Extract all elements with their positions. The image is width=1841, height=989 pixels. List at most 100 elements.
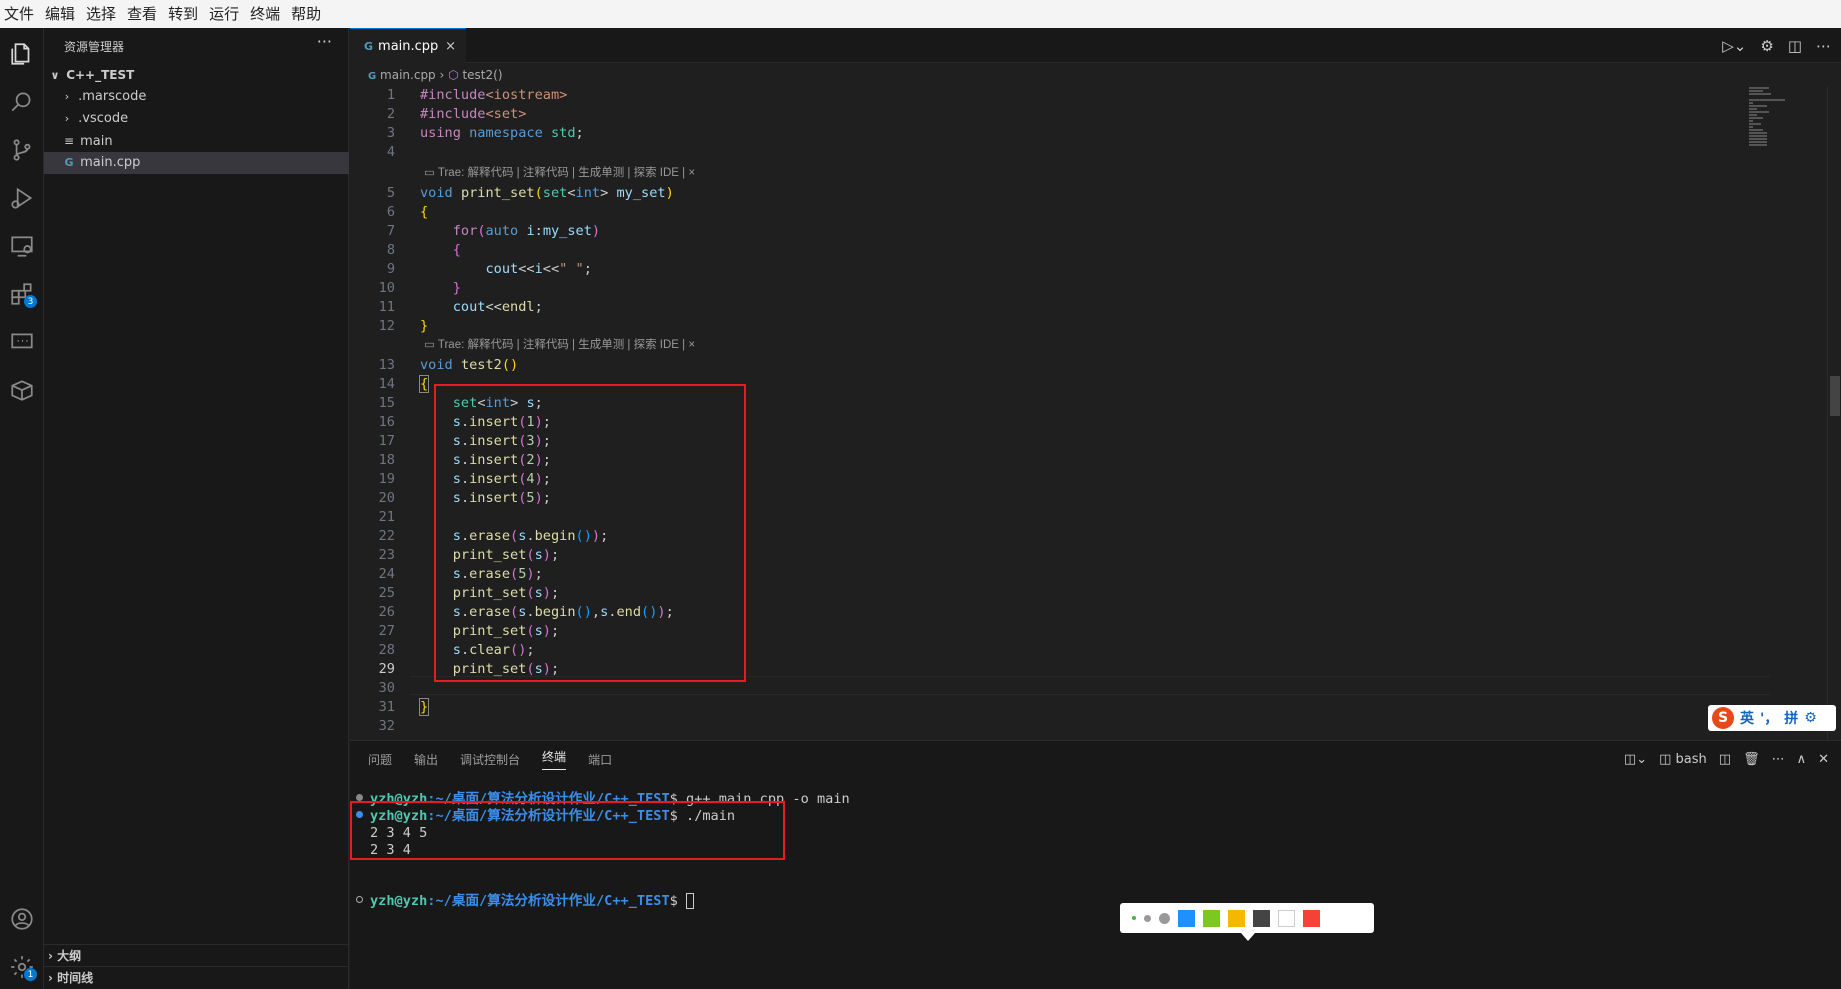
outline-section[interactable]: › 大纲 xyxy=(44,944,349,966)
editor-scrollbar[interactable] xyxy=(1827,86,1841,740)
code-line: cout<<i<<" "; xyxy=(485,261,592,277)
explorer-icon[interactable] xyxy=(0,32,44,76)
tab-problems[interactable]: 问题 xyxy=(368,751,392,768)
pen-size-medium[interactable] xyxy=(1144,914,1151,922)
code-line: for(auto i:my_set) xyxy=(452,223,601,239)
scrollbar-thumb[interactable] xyxy=(1830,376,1840,416)
codelens[interactable]: ▭ Trae: 解释代码 | 注释代码 | 生成单测 | 探索 IDE | × xyxy=(424,336,695,355)
color-swatch[interactable] xyxy=(1178,909,1195,927)
more-actions-icon[interactable]: ··· xyxy=(317,32,332,51)
menu-help[interactable]: 帮助 xyxy=(287,0,328,28)
chevron-right-icon: › xyxy=(64,112,70,125)
minimap[interactable] xyxy=(1749,86,1809,186)
code-line: using namespace std; xyxy=(420,125,584,141)
chat-icon[interactable] xyxy=(0,320,44,364)
tab-main-cpp[interactable]: G main.cpp × xyxy=(350,28,466,64)
extensions-icon[interactable]: 3 xyxy=(0,272,44,316)
menu-file[interactable]: 文件 xyxy=(0,0,41,28)
ime-mode[interactable]: 拼 xyxy=(1784,708,1798,728)
terminal-icon: ◫ xyxy=(1659,751,1672,767)
remote-explorer-icon[interactable] xyxy=(0,224,44,268)
color-swatch[interactable] xyxy=(1203,909,1220,927)
tree-item-main[interactable]: ≡ main xyxy=(44,130,349,152)
color-swatch[interactable] xyxy=(1228,909,1245,927)
chevron-right-icon: › xyxy=(48,949,53,963)
cpp-file-icon: G xyxy=(364,40,374,53)
run-icon[interactable]: ▷⌄ xyxy=(1722,37,1746,55)
breadcrumb-file[interactable]: main.cpp xyxy=(380,68,436,82)
account-icon[interactable] xyxy=(0,897,44,941)
terminal-command-dot xyxy=(356,896,363,903)
trash-icon[interactable]: 🗑 xyxy=(1743,752,1760,767)
terminal-cursor xyxy=(686,893,695,909)
ime-punct[interactable]: '， xyxy=(1760,708,1778,728)
code-line: void print_set(set<int> my_set) xyxy=(420,185,674,201)
code-line: #include<set> xyxy=(420,106,527,122)
package-icon[interactable] xyxy=(0,368,44,412)
gear-icon[interactable]: ⚙ xyxy=(1760,37,1773,55)
tab-output[interactable]: 输出 xyxy=(414,751,438,768)
current-line-number: 29 xyxy=(378,661,395,677)
chat-icon: ▭ xyxy=(424,339,435,351)
tree-item-main-cpp[interactable]: G main.cpp xyxy=(44,152,349,174)
menu-go[interactable]: 转到 xyxy=(164,0,205,28)
terminal-scrollbar[interactable] xyxy=(1827,781,1841,981)
split-editor-icon[interactable]: ◫ xyxy=(1788,37,1802,55)
timeline-section[interactable]: › 时间线 xyxy=(44,966,349,988)
tab-terminal[interactable]: 终端 xyxy=(542,748,567,770)
menu-selection[interactable]: 选择 xyxy=(82,0,123,28)
gear-icon[interactable]: ⚙ xyxy=(1804,710,1817,726)
menu-bar: 文件 编辑 选择 查看 转到 运行 终端 帮助 xyxy=(0,0,1841,28)
tree-item-label: main.cpp xyxy=(80,155,141,170)
search-icon[interactable] xyxy=(0,80,44,124)
close-icon[interactable]: × xyxy=(445,39,456,54)
tab-label: main.cpp xyxy=(378,39,439,54)
code-line: { xyxy=(420,204,429,220)
editor-area: G main.cpp × ▷⌄ ⚙ ◫ ⋯ G main.cpp › ⬡ tes… xyxy=(350,28,1841,740)
tree-item-vscode[interactable]: › .vscode xyxy=(44,108,349,130)
panel-actions: ◫⌄ ◫ bash ◫ 🗑 ⋯ ∧ ✕ xyxy=(1624,741,1829,777)
terminal-instance[interactable]: ◫ bash xyxy=(1659,752,1707,767)
code-line: { xyxy=(418,375,430,393)
maximize-icon[interactable]: ∧ xyxy=(1797,752,1807,767)
settings-gear-icon[interactable]: 1 xyxy=(0,945,44,989)
codelens[interactable]: ▭ Trae: 解释代码 | 注释代码 | 生成单测 | 探索 IDE | × xyxy=(424,164,695,183)
tab-bar: G main.cpp × ▷⌄ ⚙ ◫ ⋯ xyxy=(350,28,1841,64)
code-editor[interactable]: 1 #include<iostream> 2 #include<set> 3 u… xyxy=(350,86,1841,740)
folder-root[interactable]: ∨ C++_TEST xyxy=(44,64,349,86)
new-terminal-icon[interactable]: ◫⌄ xyxy=(1624,752,1647,767)
menu-view[interactable]: 查看 xyxy=(123,0,164,28)
color-swatch[interactable] xyxy=(1278,909,1295,927)
more-icon[interactable]: ⋯ xyxy=(1772,752,1785,767)
cpp-file-icon: G xyxy=(368,71,377,82)
panel-tabs: 问题 输出 调试控制台 终端 端口 xyxy=(368,741,612,777)
breadcrumb-symbol[interactable]: test2() xyxy=(462,68,502,82)
pen-size-large[interactable] xyxy=(1159,912,1170,924)
explorer-title: 资源管理器 xyxy=(64,40,125,54)
color-swatch[interactable] xyxy=(1253,909,1270,927)
menu-run[interactable]: 运行 xyxy=(205,0,246,28)
outline-label: 大纲 xyxy=(57,949,82,963)
tree-item-label: .vscode xyxy=(78,111,129,126)
ime-lang[interactable]: 英 xyxy=(1740,708,1754,728)
chat-icon: ▭ xyxy=(424,167,435,179)
folder-root-label: C++_TEST xyxy=(66,68,135,82)
ime-toolbar[interactable]: S 英 '， 拼 ⚙ xyxy=(1708,705,1836,731)
code-line: cout<<endl; xyxy=(452,299,543,315)
bottom-panel: 问题 输出 调试控制台 终端 端口 ◫⌄ ◫ bash ◫ 🗑 ⋯ ∧ ✕ yz… xyxy=(350,740,1841,989)
menu-edit[interactable]: 编辑 xyxy=(41,0,82,28)
chevron-right-icon: › xyxy=(439,68,449,82)
more-icon[interactable]: ⋯ xyxy=(1816,37,1831,55)
palette-pointer xyxy=(1241,933,1255,941)
close-icon[interactable]: ✕ xyxy=(1818,752,1829,767)
tab-ports[interactable]: 端口 xyxy=(588,751,612,768)
split-terminal-icon[interactable]: ◫ xyxy=(1719,752,1731,767)
pen-size-small[interactable] xyxy=(1132,916,1136,920)
annotation-palette xyxy=(1120,903,1374,933)
color-swatch[interactable] xyxy=(1303,909,1320,927)
run-debug-icon[interactable] xyxy=(0,176,44,220)
source-control-icon[interactable] xyxy=(0,128,44,172)
menu-terminal[interactable]: 终端 xyxy=(246,0,287,28)
tree-item-marscode[interactable]: › .marscode xyxy=(44,86,349,108)
tab-debug-console[interactable]: 调试控制台 xyxy=(460,751,520,768)
